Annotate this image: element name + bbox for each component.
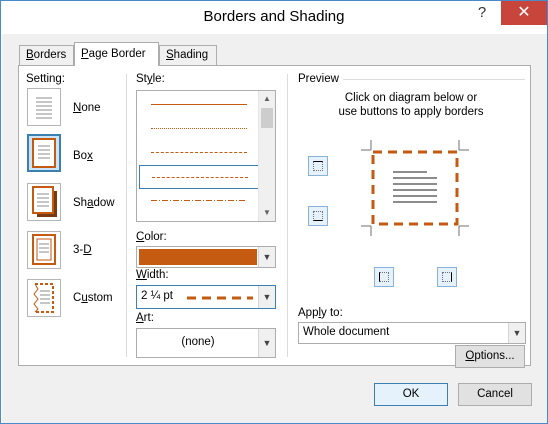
setting-custom-label[interactable]: Custom — [73, 292, 113, 304]
options-button[interactable]: Options... — [455, 345, 525, 368]
setting-custom-icon[interactable] — [27, 279, 61, 317]
setting-label: Setting: — [26, 73, 65, 85]
chevron-down-icon[interactable]: ▼ — [258, 286, 275, 308]
setting-shadow-icon[interactable] — [27, 183, 61, 221]
setting-3d-icon[interactable] — [27, 231, 61, 269]
art-label: Art: — [136, 312, 154, 324]
right-border-toggle-icon[interactable] — [437, 267, 457, 287]
divider-right — [287, 74, 288, 357]
scroll-down-arrow-icon[interactable]: ▼ — [259, 205, 275, 221]
preview-label: Preview — [298, 73, 339, 85]
tab-shading[interactable]: Shading — [159, 45, 217, 65]
width-preview-line — [187, 296, 253, 300]
cancel-button[interactable]: Cancel — [458, 383, 532, 406]
setting-3d-label[interactable]: 3-D — [73, 244, 92, 256]
art-value: (none) — [181, 336, 215, 348]
close-button[interactable]: ✕ — [501, 1, 547, 25]
title-bar: Borders and Shading ? ✕ — [1, 1, 547, 34]
preview-instruction-line2: use buttons to apply borders — [338, 106, 484, 118]
chevron-down-icon[interactable]: ▼ — [508, 323, 525, 343]
style-item-dash-dot[interactable] — [139, 189, 259, 213]
dialog-client: Borders Page Border Shading Setting: Non… — [2, 34, 547, 423]
preview-diagram[interactable] — [359, 138, 471, 238]
setting-none-label[interactable]: None — [73, 102, 101, 114]
preview-instruction-line1: Click on diagram below or — [344, 92, 478, 104]
style-item-dotted[interactable] — [139, 117, 259, 141]
divider-left — [126, 74, 127, 357]
color-dropdown[interactable]: ▼ — [136, 246, 276, 268]
apply-to-value: Whole document — [303, 326, 390, 338]
chevron-down-icon[interactable]: ▼ — [258, 247, 275, 267]
style-scrollbar[interactable]: ▲ ▼ — [258, 91, 275, 221]
art-dropdown[interactable]: (none) ▼ — [136, 328, 276, 358]
page-border-pane: Setting: None Box Shadow 3-D Custom Styl… — [18, 65, 531, 368]
top-border-toggle-icon[interactable] — [308, 156, 328, 176]
setting-box-label[interactable]: Box — [73, 150, 93, 162]
color-label: Color: — [136, 231, 167, 243]
setting-none-icon[interactable] — [27, 88, 61, 126]
preview-rule — [343, 79, 525, 80]
bottom-border-toggle-icon[interactable] — [308, 206, 328, 226]
apply-to-dropdown[interactable]: Whole document ▼ — [298, 322, 526, 344]
style-list[interactable]: ▲ ▼ — [136, 90, 276, 222]
setting-box-icon[interactable] — [27, 134, 61, 172]
tab-page-border[interactable]: Page Border — [74, 42, 159, 66]
style-item-solid[interactable] — [139, 93, 259, 117]
width-dropdown[interactable]: 2 ¼ pt ▼ — [136, 285, 276, 309]
width-value: 2 ¼ pt — [141, 290, 173, 302]
style-label: Style: — [136, 73, 165, 85]
apply-to-label: Apply to: — [298, 307, 343, 319]
dialog-window: Borders and Shading ? ✕ Borders Page Bor… — [0, 0, 548, 424]
tab-borders[interactable]: Borders — [19, 45, 74, 65]
color-swatch — [139, 249, 257, 265]
setting-shadow-label[interactable]: Shadow — [73, 197, 115, 209]
chevron-down-icon[interactable]: ▼ — [258, 329, 275, 357]
scroll-thumb[interactable] — [261, 108, 273, 128]
scroll-up-arrow-icon[interactable]: ▲ — [259, 91, 275, 107]
ok-button[interactable]: OK — [374, 383, 448, 406]
style-item-dashed-small[interactable] — [139, 141, 259, 165]
style-item-dashed-large[interactable] — [139, 165, 259, 189]
left-border-toggle-icon[interactable] — [374, 267, 394, 287]
help-button[interactable]: ? — [463, 1, 501, 25]
width-label: Width: — [136, 269, 169, 281]
